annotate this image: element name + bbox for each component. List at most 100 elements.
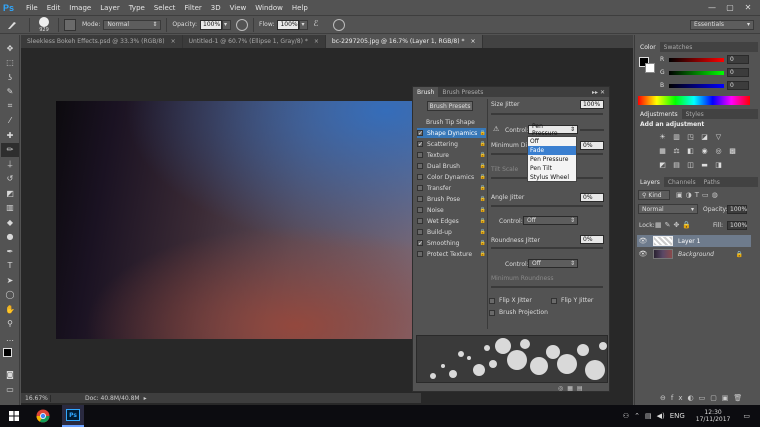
lock-options-icons[interactable]: ▦✎✥🔒: [655, 221, 694, 229]
angle-jitter-input[interactable]: 0%: [580, 193, 604, 202]
flow-input[interactable]: 100%: [277, 19, 300, 30]
brush-option-wet-edges[interactable]: Wet Edges 🔒: [417, 216, 486, 226]
menu-view[interactable]: View: [230, 4, 247, 12]
checkbox[interactable]: [417, 152, 423, 158]
move-tool-icon[interactable]: ✥: [1, 41, 19, 56]
threshold-adjustment-icon[interactable]: ◫: [686, 160, 695, 169]
people-icon[interactable]: ⚇: [623, 412, 629, 420]
notification-icon[interactable]: ▭: [743, 412, 750, 420]
color-spectrum-ramp[interactable]: [638, 96, 750, 105]
close-button[interactable]: ✕: [742, 2, 754, 13]
menu-3d[interactable]: 3D: [211, 4, 221, 12]
channel-r-input[interactable]: 0: [727, 55, 749, 64]
checkbox[interactable]: [489, 309, 495, 316]
brush-projection-checkbox-row[interactable]: Brush Projection: [489, 309, 548, 316]
roundness-jitter-slider[interactable]: [491, 247, 603, 249]
brush-option-transfer[interactable]: Transfer 🔒: [417, 183, 486, 193]
checkbox[interactable]: ✓: [417, 130, 423, 137]
levels-adjustment-icon[interactable]: ▥: [672, 132, 681, 141]
close-icon[interactable]: ×: [171, 38, 176, 45]
zoom-level[interactable]: 16.67%: [21, 394, 51, 402]
checkbox[interactable]: [417, 174, 423, 180]
dropdown-option-stylus-wheel[interactable]: Stylus Wheel: [528, 173, 576, 182]
control-select[interactable]: Pen Pressure ⇕: [528, 123, 578, 137]
dropdown-option-pen-pressure[interactable]: Pen Pressure: [528, 155, 576, 164]
menu-help[interactable]: Help: [292, 4, 308, 12]
hue-saturation-adjustment-icon[interactable]: ▦: [658, 146, 667, 155]
brush-option-dual-brush[interactable]: Dual Brush 🔒: [417, 161, 486, 171]
channel-r-slider[interactable]: [669, 58, 724, 62]
path-selection-tool-icon[interactable]: ➤: [1, 273, 19, 288]
image-canvas[interactable]: [56, 101, 416, 339]
blend-mode-select[interactable]: Normal ▾: [638, 204, 698, 214]
channel-g-slider[interactable]: [669, 71, 724, 75]
tab-layers[interactable]: Layers: [636, 177, 664, 187]
dropdown-option-off[interactable]: Off: [528, 137, 576, 146]
dodge-tool-icon[interactable]: ●: [1, 230, 19, 245]
tab-color[interactable]: Color: [636, 42, 660, 52]
brightness-adjustment-icon[interactable]: ☀: [658, 132, 667, 141]
curves-adjustment-icon[interactable]: ◳: [686, 132, 695, 141]
brush-option-brush-pose[interactable]: Brush Pose 🔒: [417, 194, 486, 204]
brush-tool-icon[interactable]: ✏: [1, 142, 19, 157]
background-color-swatch[interactable]: [645, 63, 655, 73]
tab-adjustments[interactable]: Adjustments: [636, 109, 682, 119]
history-brush-tool-icon[interactable]: ↺: [1, 172, 19, 187]
tray-chevron-icon[interactable]: ⌃: [634, 412, 640, 420]
min-diameter-input[interactable]: 0%: [580, 141, 604, 150]
language-indicator[interactable]: ENG: [670, 412, 685, 420]
tab-brush[interactable]: Brush: [413, 87, 439, 97]
brush-option-noise[interactable]: Noise 🔒: [417, 205, 486, 215]
mode-select[interactable]: Normal ⇕: [103, 19, 162, 30]
chrome-icon[interactable]: [32, 405, 54, 427]
layer-row-layer-1[interactable]: 👁 Layer 1: [637, 235, 751, 247]
brush-option-scattering[interactable]: ✓ Scattering 🔒: [417, 139, 486, 149]
fill-input[interactable]: 100%: [727, 221, 747, 230]
size-jitter-slider[interactable]: [491, 113, 603, 115]
menu-image[interactable]: Image: [69, 4, 91, 12]
maximize-button[interactable]: ▢: [724, 2, 736, 13]
black-white-adjustment-icon[interactable]: ◧: [686, 146, 695, 155]
flow-dropdown-icon[interactable]: ▾: [299, 19, 309, 30]
brush-panel-toggle-icon[interactable]: [64, 18, 76, 31]
network-icon[interactable]: ▤: [645, 412, 652, 420]
checkbox[interactable]: [417, 229, 423, 235]
doc-tab-bc-jpg[interactable]: bc-2297205.jpg @ 16.7% (Layer 1, RGB/8) …: [325, 35, 483, 48]
clock[interactable]: 12:30 17/11/2017: [696, 409, 731, 423]
checkbox[interactable]: [417, 207, 423, 213]
blur-tool-icon[interactable]: ◆: [1, 215, 19, 230]
brush-picker[interactable]: 929: [35, 16, 53, 33]
angle-control-select[interactable]: Off ⇕: [523, 216, 578, 225]
layers-footer-icons[interactable]: ⊖fx◐▭▢▣🗑: [660, 394, 747, 402]
dropdown-option-pen-tilt[interactable]: Pen Tilt: [528, 164, 576, 173]
menu-window[interactable]: Window: [255, 4, 283, 12]
brush-option-smoothing[interactable]: ✓ Smoothing 🔒: [417, 238, 486, 248]
menu-file[interactable]: File: [26, 4, 38, 12]
layer-filter-select[interactable]: ⚲ Kind: [638, 190, 670, 200]
volume-icon[interactable]: ◀): [657, 412, 665, 420]
posterize-adjustment-icon[interactable]: ▤: [672, 160, 681, 169]
menu-layer[interactable]: Layer: [100, 4, 120, 12]
hand-tool-icon[interactable]: ✋: [1, 302, 19, 317]
checkbox[interactable]: [417, 196, 423, 202]
checkbox[interactable]: ✓: [417, 240, 423, 247]
visibility-eye-icon[interactable]: 👁: [637, 237, 649, 245]
type-tool-icon[interactable]: T: [1, 259, 19, 274]
pen-tool-icon[interactable]: ✒: [1, 244, 19, 259]
layer-name[interactable]: Layer 1: [678, 238, 700, 245]
clone-stamp-tool-icon[interactable]: ⍊: [1, 157, 19, 172]
close-icon[interactable]: ×: [471, 38, 476, 45]
invert-adjustment-icon[interactable]: ◩: [658, 160, 667, 169]
flip-x-checkbox-row[interactable]: Flip X Jitter: [489, 297, 532, 304]
zoom-tool-icon[interactable]: ⚲: [1, 317, 19, 332]
checkbox[interactable]: [489, 297, 495, 304]
quick-select-tool-icon[interactable]: ✎: [1, 85, 19, 100]
checkbox[interactable]: [417, 218, 423, 224]
shape-tool-icon[interactable]: ◯: [1, 288, 19, 303]
tab-channels[interactable]: Channels: [664, 177, 700, 187]
menu-type[interactable]: Type: [129, 4, 145, 12]
exposure-adjustment-icon[interactable]: ◪: [700, 132, 709, 141]
workspace-select[interactable]: Essentials ▾: [690, 19, 754, 30]
tab-brush-presets[interactable]: Brush Presets: [438, 87, 487, 97]
checkbox[interactable]: ✓: [417, 141, 423, 148]
